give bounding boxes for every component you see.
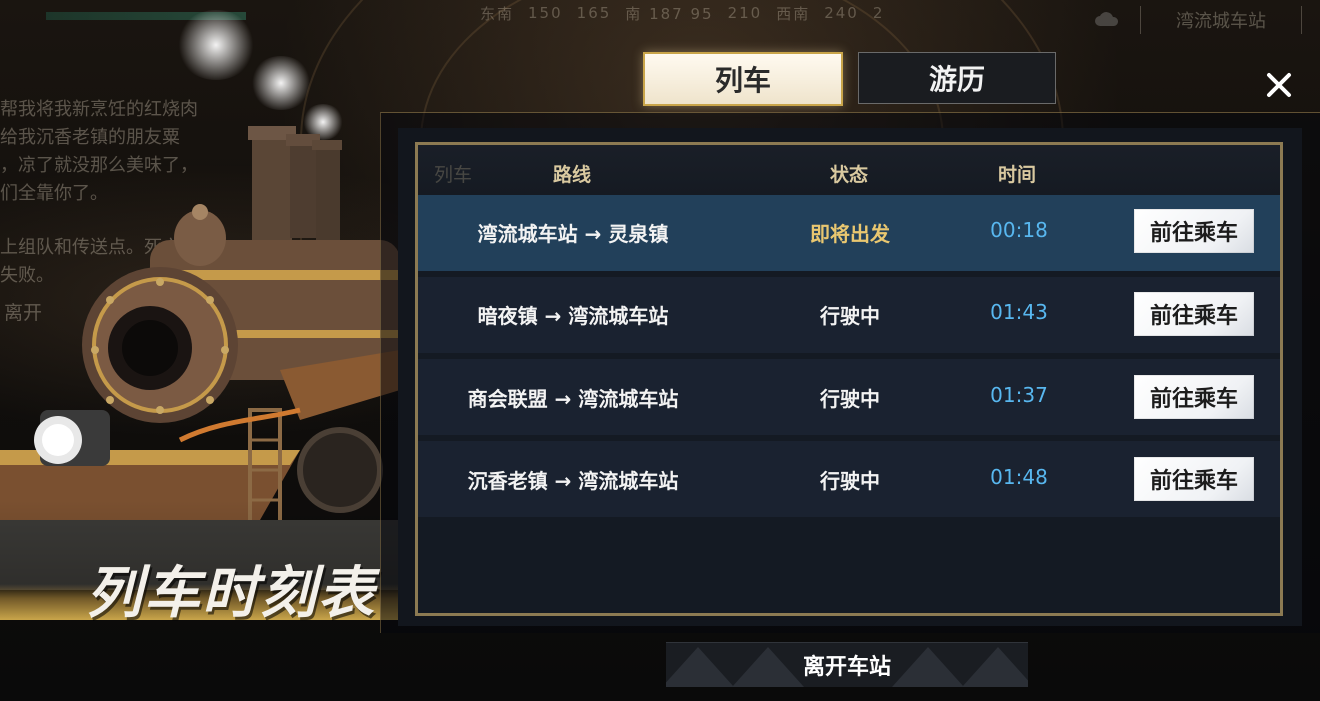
status-cell: 行驶中: [820, 469, 880, 493]
time-cell: 01:48: [990, 465, 1048, 489]
compass-mark: 150: [528, 4, 563, 22]
board-train-button[interactable]: 前往乘车: [1134, 375, 1254, 419]
location-label: 湾流城车站: [1140, 6, 1302, 34]
status-cell: 行驶中: [820, 387, 880, 411]
compass-mark: 240: [824, 4, 859, 22]
header-time: 时间: [998, 164, 1037, 186]
board-train-button[interactable]: 前往乘车: [1134, 292, 1254, 336]
status-cell: 行驶中: [820, 304, 880, 328]
time-cell: 01:37: [990, 383, 1048, 407]
compass-mark: 南 187 95: [625, 4, 714, 23]
steam-puff: [176, 10, 256, 80]
compass-mark: 210: [727, 4, 763, 22]
close-icon[interactable]: [1262, 68, 1296, 102]
button-decoration: [732, 647, 804, 687]
time-cell: 00:18: [990, 218, 1048, 242]
compass-mark: 165: [576, 4, 612, 22]
compass-strip: 东南 150 165 南 187 95 210 西南 240 2: [480, 2, 900, 24]
compass-mark: 2: [872, 4, 885, 22]
board-train-button[interactable]: 前往乘车: [1134, 457, 1254, 501]
route-cell: 暗夜镇 → 湾流城车站: [477, 304, 669, 328]
route-cell: 商会联盟 → 湾流城车站: [467, 387, 679, 411]
leave-station-button[interactable]: 离开车站: [666, 642, 1028, 687]
header-route: 路线: [553, 164, 592, 186]
button-decoration: [666, 647, 734, 687]
route-cell: 湾流城车站 → 灵泉镇: [477, 222, 669, 246]
tab-train[interactable]: 列车: [643, 52, 843, 106]
header-status: 状态: [830, 164, 869, 186]
compass-mark: 东南: [480, 4, 515, 23]
button-decoration: [962, 647, 1028, 687]
header-train: 列车: [434, 164, 473, 186]
tab-travel[interactable]: 游历: [858, 52, 1056, 104]
steam-puff: [250, 56, 312, 110]
board-train-button[interactable]: 前往乘车: [1134, 209, 1254, 253]
status-cell: 即将出发: [810, 222, 890, 246]
weather-cloud-icon: [1095, 12, 1119, 26]
compass-mark: 西南: [776, 4, 811, 23]
button-decoration: [892, 647, 964, 687]
route-cell: 沉香老镇 → 湾流城车站: [467, 469, 679, 493]
leave-station-label: 离开车站: [802, 655, 891, 680]
time-cell: 01:43: [990, 300, 1048, 324]
schedule-title: 列车时刻表: [86, 560, 376, 626]
